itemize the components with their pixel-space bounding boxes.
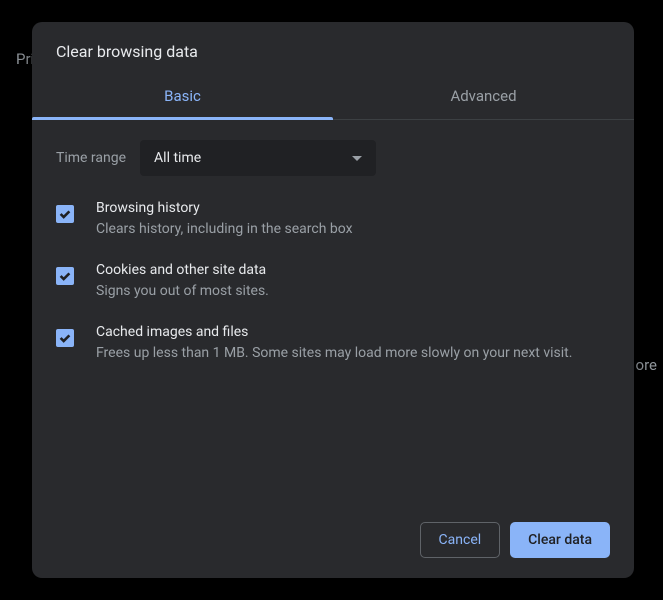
background-text-more: ore [636,356,657,374]
option-title: Browsing history [96,200,610,216]
dialog-content: Time range All time Browsing history Cle… [32,120,634,506]
option-title: Cached images and files [96,324,610,340]
checkbox-browsing-history[interactable] [56,205,74,223]
check-icon [58,331,72,345]
option-desc: Frees up less than 1 MB. Some sites may … [96,343,610,364]
option-text: Cookies and other site data Signs you ou… [96,262,610,302]
dialog-actions: Cancel Clear data [32,506,634,578]
checkbox-cached-files[interactable] [56,329,74,347]
clear-browsing-data-dialog: Clear browsing data Basic Advanced Time … [32,22,634,578]
time-range-row: Time range All time [56,140,610,176]
tab-advanced[interactable]: Advanced [333,75,634,119]
time-range-dropdown[interactable]: All time [140,140,376,176]
time-range-label: Time range [56,150,126,166]
check-icon [58,207,72,221]
checkbox-cookies[interactable] [56,267,74,285]
option-desc: Clears history, including in the search … [96,219,610,240]
dropdown-arrow-icon [352,156,362,161]
option-desc: Signs you out of most sites. [96,281,610,302]
option-cached-files: Cached images and files Frees up less th… [56,324,610,364]
option-title: Cookies and other site data [96,262,610,278]
dialog-tabs: Basic Advanced [32,75,634,120]
option-browsing-history: Browsing history Clears history, includi… [56,200,610,240]
check-icon [58,269,72,283]
tab-basic[interactable]: Basic [32,75,333,119]
time-range-value: All time [154,150,201,166]
cancel-button[interactable]: Cancel [420,522,501,558]
option-cookies: Cookies and other site data Signs you ou… [56,262,610,302]
option-text: Cached images and files Frees up less th… [96,324,610,364]
option-text: Browsing history Clears history, includi… [96,200,610,240]
clear-data-button[interactable]: Clear data [510,522,610,558]
dialog-title: Clear browsing data [32,22,634,75]
